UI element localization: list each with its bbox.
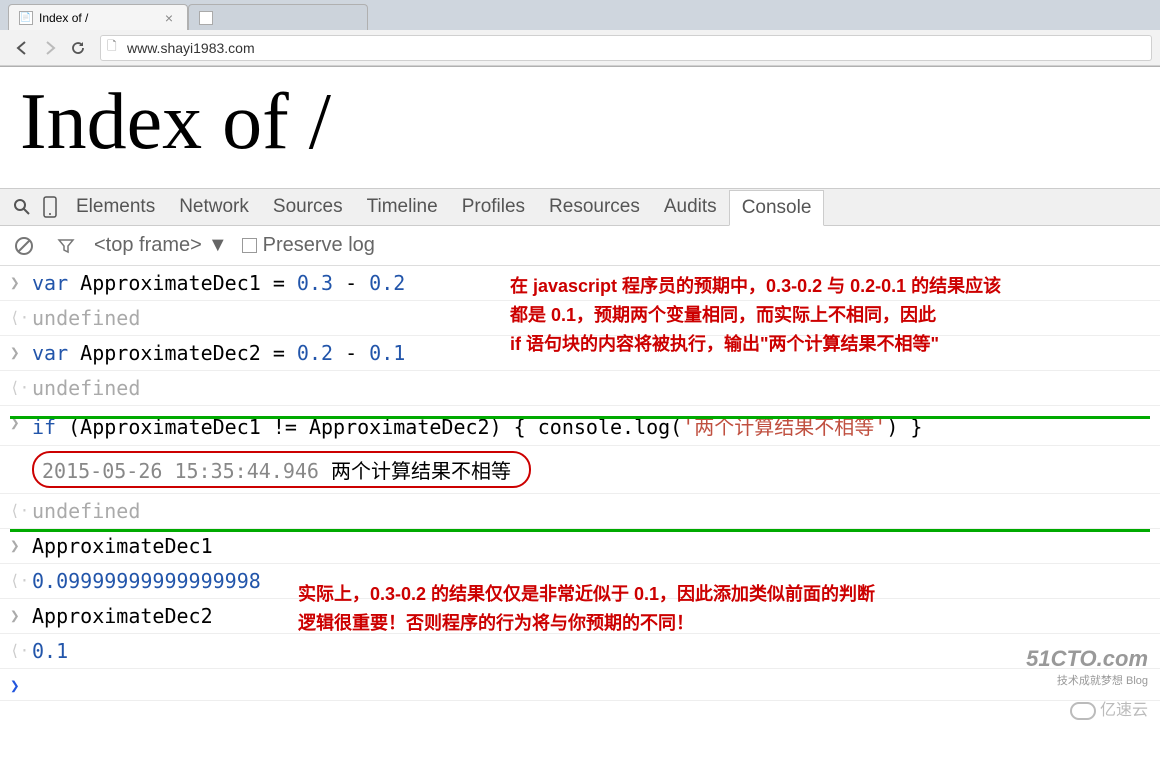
browser-chrome: 📄 Index of / × 🗋 www.shayi1983.com [0,0,1160,67]
highlighted-log: 2015-05-26 15:35:44.946 两个计算结果不相等 [32,451,531,488]
back-button[interactable] [10,36,34,60]
code-line: undefined [32,376,140,400]
tab-sources[interactable]: Sources [261,190,355,224]
search-icon[interactable] [8,193,36,221]
checkbox-icon [242,238,257,253]
output-chevron-icon: ⟨· [10,378,32,397]
console-row: ⟨·undefined [0,371,1160,406]
prompt-chevron-icon: ❯ [10,676,32,695]
page-icon: 🗋 [107,37,123,58]
annotation-2: 实际上，0.3-0.2 的结果仅仅是非常近似于 0.1，因此添加类似前面的判断 … [298,580,875,638]
tab-console[interactable]: Console [729,190,825,226]
reload-button[interactable] [66,36,90,60]
console-row: ⟨·undefined [0,494,1160,529]
console-row: ❯ApproximateDec1 [0,529,1160,564]
tab-profiles[interactable]: Profiles [450,190,537,224]
highlight-line [10,416,1150,419]
preserve-log-toggle[interactable]: Preserve log [242,234,375,257]
code-line: 0.1 [32,639,68,663]
watermark-yisuyun: 亿速云 [1070,696,1148,720]
forward-button[interactable] [38,36,62,60]
console-row: ❯if (ApproximateDec1 != ApproximateDec2)… [0,406,1160,446]
device-icon[interactable] [36,193,64,221]
preserve-log-label: Preserve log [263,234,375,257]
output-chevron-icon: ⟨· [10,641,32,660]
code-line: ApproximateDec2 [32,604,213,628]
code-line: undefined [32,306,140,330]
code-line: 0.09999999999999998 [32,569,261,593]
url-text: www.shayi1983.com [127,40,255,56]
frame-selector-label: <top frame> [94,234,202,257]
input-chevron-icon: ❯ [10,606,32,625]
file-icon [199,11,213,25]
code-line: var ApproximateDec2 = 0.2 - 0.1 [32,341,405,365]
cloud-icon [1070,702,1096,720]
output-chevron-icon: ⟨· [10,501,32,520]
tab-title: Index of / [39,11,88,25]
highlight-line [10,529,1150,532]
url-bar[interactable]: 🗋 www.shayi1983.com [100,35,1152,61]
chevron-down-icon: ▼ [208,234,228,257]
tab-audits[interactable]: Audits [652,190,729,224]
devtools-panel: Elements Network Sources Timeline Profil… [0,188,1160,701]
browser-tab-active[interactable]: 📄 Index of / × [8,4,188,30]
clear-console-icon[interactable] [10,232,38,260]
filter-icon[interactable] [52,232,80,260]
input-chevron-icon: ❯ [10,536,32,555]
close-icon[interactable]: × [161,10,177,26]
tab-bar: 📄 Index of / × [0,0,1160,30]
file-icon: 📄 [19,11,33,25]
watermark-51cto: 51CTO.com 技术成就梦想 Blog [1026,646,1148,688]
browser-toolbar: 🗋 www.shayi1983.com [0,30,1160,66]
tab-resources[interactable]: Resources [537,190,652,224]
tab-timeline[interactable]: Timeline [355,190,450,224]
console-toolbar: <top frame> ▼ Preserve log [0,226,1160,266]
browser-tab-inactive[interactable] [188,4,368,30]
output-chevron-icon: ⟨· [10,308,32,327]
code-line: var ApproximateDec1 = 0.3 - 0.2 [32,271,405,295]
code-line: 2015-05-26 15:35:44.946 两个计算结果不相等 [42,459,511,483]
console-row: 2015-05-26 15:35:44.946 两个计算结果不相等 [0,446,1160,494]
input-chevron-icon: ❯ [10,273,32,292]
console-row: ⟨·0.1 [0,634,1160,669]
page-title: Index of / [20,77,1140,168]
output-chevron-icon: ⟨· [10,571,32,590]
annotation-1: 在 javascript 程序员的预期中，0.3-0.2 与 0.2-0.1 的… [510,272,1001,358]
devtools-tabs: Elements Network Sources Timeline Profil… [0,188,1160,226]
page-body: Index of / [0,67,1160,188]
tab-network[interactable]: Network [167,190,261,224]
frame-selector[interactable]: <top frame> ▼ [94,234,228,257]
console-row: ❯ [0,669,1160,701]
input-chevron-icon: ❯ [10,343,32,362]
code-line: undefined [32,499,140,523]
code-line: ApproximateDec1 [32,534,213,558]
tab-elements[interactable]: Elements [64,190,167,224]
